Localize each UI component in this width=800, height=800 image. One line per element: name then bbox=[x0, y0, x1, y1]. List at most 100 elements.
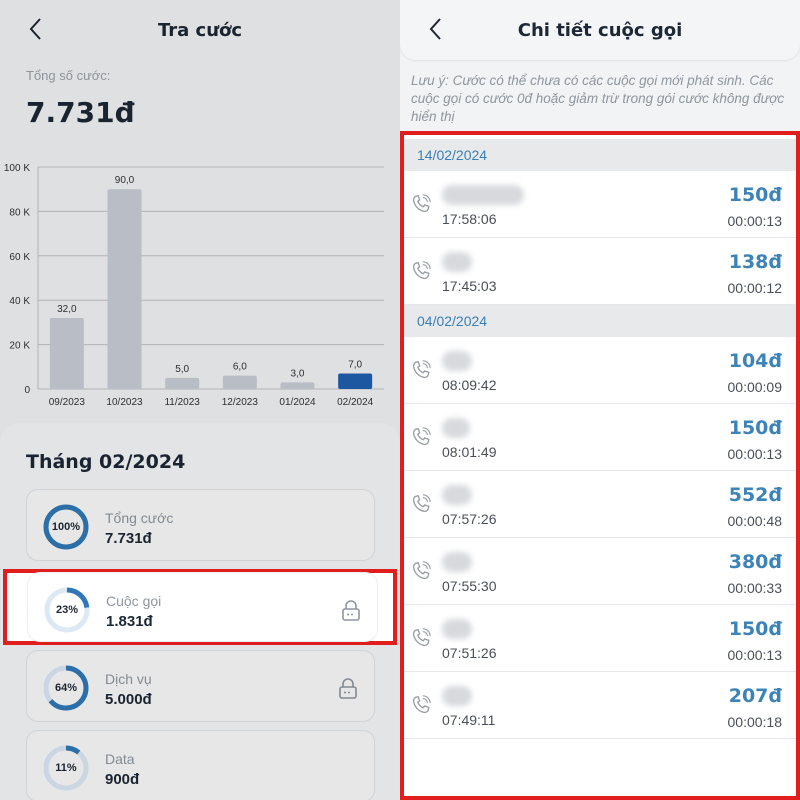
percent-ring: 11% bbox=[41, 743, 91, 793]
call-time: 17:45:03 bbox=[442, 278, 497, 294]
call-time: 08:01:49 bbox=[442, 444, 497, 460]
lock-icon bbox=[339, 678, 357, 699]
call-duration: 00:00:18 bbox=[727, 714, 783, 730]
header: Tra cước bbox=[0, 0, 400, 60]
notice-text: Lưu ý: Cước có thể chưa có các cuộc gọi … bbox=[411, 73, 785, 124]
x-tick-label: 12/2023 bbox=[222, 397, 259, 408]
percent-label: 23% bbox=[55, 604, 79, 616]
highlight-frame: 23% Cuộc gọi 1.831đ bbox=[3, 569, 397, 645]
call-duration: 00:00:13 bbox=[727, 213, 783, 229]
call-detail-screen: Chi tiết cuộc gọi Lưu ý: Cước có thể chư… bbox=[400, 0, 800, 800]
call-amount: 104đ bbox=[728, 350, 782, 372]
redacted-phone-number bbox=[442, 686, 472, 706]
x-tick-label: 10/2023 bbox=[106, 397, 143, 408]
fee-row-service[interactable]: 64% Dịch vụ 5.000đ bbox=[26, 650, 375, 722]
y-tick-label: 100 K bbox=[4, 163, 30, 174]
bar-value-label: 32,0 bbox=[57, 304, 77, 315]
total-fee-value: 7.731đ bbox=[26, 96, 135, 129]
fee-value: 1.831đ bbox=[106, 613, 153, 630]
call-duration: 00:00:12 bbox=[727, 280, 783, 296]
fee-name: Tổng cước bbox=[105, 510, 174, 526]
y-tick-label: 0 bbox=[24, 385, 30, 396]
chart-svg: 0 20 K 40 K 60 K 80 K 100 K 32,0 09/2023 90,0 10/… bbox=[4, 163, 384, 408]
bar-value-label: 5,0 bbox=[175, 364, 189, 375]
fee-row-total[interactable]: 100% Tổng cước 7.731đ bbox=[26, 489, 375, 561]
x-tick-label: 11/2023 bbox=[164, 397, 200, 408]
bar-value-label: 6,0 bbox=[233, 362, 247, 373]
phone-call-icon bbox=[410, 694, 432, 716]
call-amount: 552đ bbox=[728, 484, 782, 506]
phone-call-icon bbox=[410, 359, 432, 381]
lock-icon bbox=[342, 600, 360, 621]
call-amount: 150đ bbox=[728, 184, 782, 206]
call-duration: 00:00:33 bbox=[727, 580, 783, 596]
call-amount: 150đ bbox=[728, 618, 782, 640]
call-row[interactable]: 17:58:06 150đ 00:00:13 bbox=[404, 171, 796, 238]
call-amount: 138đ bbox=[728, 251, 782, 273]
back-chevron-icon[interactable] bbox=[426, 14, 446, 44]
header: Chi tiết cuộc gọi bbox=[400, 0, 800, 60]
y-tick-label: 40 K bbox=[9, 296, 30, 307]
x-tick-label: 01/2024 bbox=[279, 397, 316, 408]
call-row[interactable]: 08:09:42 104đ 00:00:09 bbox=[404, 337, 796, 404]
fee-name: Dịch vụ bbox=[105, 671, 152, 687]
back-chevron-icon[interactable] bbox=[26, 14, 46, 44]
bar-value-label: 90,0 bbox=[115, 175, 135, 186]
bar bbox=[107, 189, 142, 389]
call-duration: 00:00:48 bbox=[727, 513, 783, 529]
percent-ring: 23% bbox=[42, 585, 92, 635]
call-time: 07:57:26 bbox=[442, 511, 497, 527]
redacted-phone-number bbox=[442, 418, 470, 438]
total-fee-label: Tổng số cước: bbox=[26, 68, 111, 83]
y-tick-label: 20 K bbox=[9, 341, 30, 352]
call-amount: 380đ bbox=[728, 551, 782, 573]
date-header: 04/02/2024 bbox=[404, 305, 796, 337]
phone-call-icon bbox=[410, 260, 432, 282]
call-row[interactable]: 07:57:26 552đ 00:00:48 bbox=[404, 471, 796, 538]
fee-value: 5.000đ bbox=[105, 691, 152, 708]
redacted-phone-number bbox=[442, 252, 472, 272]
call-time: 08:09:42 bbox=[442, 377, 497, 393]
redacted-phone-number bbox=[442, 619, 472, 639]
percent-label: 100% bbox=[51, 521, 81, 533]
fee-row-calls[interactable]: 23% Cuộc gọi 1.831đ bbox=[28, 573, 377, 641]
fee-name: Cuộc gọi bbox=[106, 593, 162, 609]
percent-ring: 100% bbox=[41, 502, 91, 552]
call-duration: 00:00:13 bbox=[727, 647, 783, 663]
redacted-phone-number bbox=[442, 185, 524, 205]
call-row[interactable]: 08:01:49 150đ 00:00:13 bbox=[404, 404, 796, 471]
call-row[interactable]: 07:55:30 380đ 00:00:33 bbox=[404, 538, 796, 605]
fee-row-data[interactable]: 11% Data 900đ bbox=[26, 730, 375, 800]
redacted-phone-number bbox=[442, 485, 472, 505]
x-tick-label: 02/2024 bbox=[337, 397, 374, 408]
call-row[interactable]: 17:45:03 138đ 00:00:12 bbox=[404, 238, 796, 305]
call-row[interactable]: 07:51:26 150đ 00:00:13 bbox=[404, 605, 796, 672]
month-title: Tháng 02/2024 bbox=[26, 451, 186, 473]
page-title: Chi tiết cuộc gọi bbox=[517, 19, 683, 41]
date-header: 14/02/2024 bbox=[404, 139, 796, 171]
call-amount: 150đ bbox=[728, 417, 782, 439]
fee-name: Data bbox=[105, 751, 135, 767]
percent-label: 64% bbox=[54, 682, 78, 694]
x-tick-label: 09/2023 bbox=[49, 397, 86, 408]
call-duration: 00:00:13 bbox=[727, 446, 783, 462]
fee-overview-screen: Tra cước Tổng số cước: 7.731đ 0 20 K 40 K 6… bbox=[0, 0, 400, 800]
redacted-phone-number bbox=[442, 351, 472, 371]
call-amount: 207đ bbox=[728, 685, 782, 707]
call-time: 07:49:11 bbox=[442, 712, 496, 728]
bar bbox=[49, 317, 84, 389]
phone-call-icon bbox=[410, 493, 432, 515]
call-row[interactable]: 07:49:11 207đ 00:00:18 bbox=[404, 672, 796, 739]
call-time: 07:55:30 bbox=[442, 578, 497, 594]
monthly-fee-chart: 0 20 K 40 K 60 K 80 K 100 K 32,0 09/2023 90,0 10/… bbox=[0, 155, 400, 410]
redacted-phone-number bbox=[442, 552, 472, 572]
percent-label: 11% bbox=[55, 762, 77, 774]
bar-value-label: 7,0 bbox=[348, 359, 362, 370]
call-list: 14/02/2024 17:58:06 150đ 00:00:13 17:45:03 13… bbox=[400, 131, 800, 800]
call-time: 17:58:06 bbox=[442, 211, 497, 227]
bar bbox=[338, 373, 373, 389]
bar bbox=[165, 377, 200, 389]
bar bbox=[222, 375, 257, 389]
y-tick-label: 80 K bbox=[9, 207, 30, 218]
phone-call-icon bbox=[410, 560, 432, 582]
